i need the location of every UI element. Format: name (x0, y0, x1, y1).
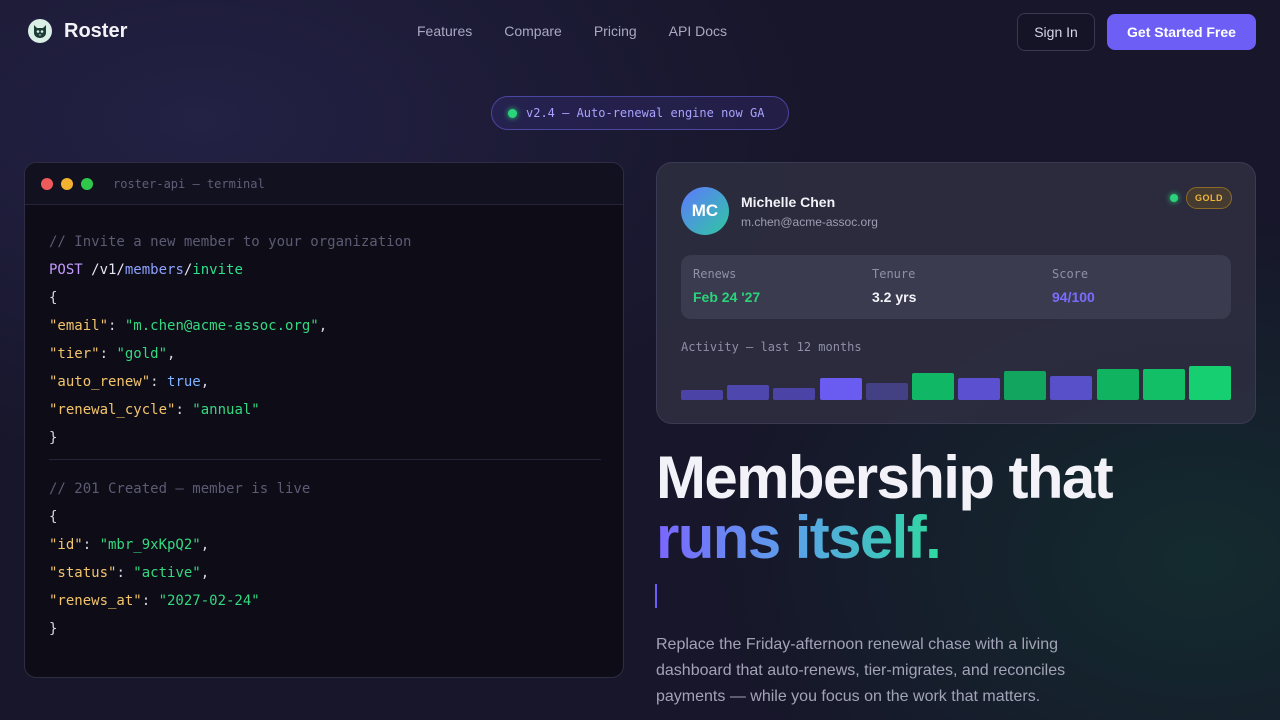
json-key: "status" (49, 565, 117, 581)
nav-link-features[interactable]: Features (417, 23, 472, 39)
json-key: "renewal_cycle" (49, 402, 176, 418)
path-resource: members (124, 262, 184, 278)
member-card: MC Michelle Chen m.chen@acme-assoc.org G… (656, 162, 1256, 424)
activity-bar (1188, 366, 1231, 400)
avatar: MC (681, 187, 729, 235)
json-key: "renews_at" (49, 593, 142, 609)
stat-value: Feb 24 '27 (693, 289, 761, 305)
activity-bar (773, 388, 816, 400)
member-name: Michelle Chen (741, 194, 836, 210)
hero-description: Replace the Friday-afternoon renewal cha… (656, 636, 1066, 705)
json-key: "id" (49, 537, 83, 553)
nav-link-pricing[interactable]: Pricing (594, 23, 637, 39)
activity-bar (1050, 376, 1093, 400)
stat-tenure: Tenure 3.2 yrs (872, 267, 916, 305)
stat-score: Score 94/100 (1052, 267, 1095, 305)
json-value: "mbr_9xKpQ2" (99, 537, 201, 553)
member-email: m.chen@acme-assoc.org (741, 215, 878, 229)
response-comment: // 201 Created — member is live (49, 481, 311, 497)
response-fields: "id": "mbr_9xKpQ2", "status": "active", "r… (49, 536, 601, 620)
window-minimize-icon (61, 177, 73, 190)
activity-chart (681, 363, 1231, 400)
brand-name: Roster (64, 19, 128, 42)
json-value: "2027-02-24" (158, 593, 260, 609)
window-maximize-icon (81, 177, 93, 190)
json-field: "id": "mbr_9xKpQ2", (49, 537, 210, 553)
terminal-title-bar: roster-api — terminal (25, 163, 623, 205)
path-root: /v1/ (82, 262, 125, 278)
activity-label: Activity — last 12 months (681, 340, 862, 354)
hero-headline: Membership that (656, 444, 1114, 511)
json-field: "status": "active", (49, 565, 210, 581)
json-value: true (167, 374, 201, 390)
stat-label: Tenure (872, 267, 916, 281)
json-field: "renewal_cycle": "annual" (49, 402, 260, 418)
response-close-brace: } (49, 621, 58, 637)
json-value: "m.chen@acme-assoc.org" (124, 318, 319, 334)
json-field: "auto_renew": true, (49, 374, 210, 390)
response-open-brace: { (49, 509, 58, 525)
terminal-body: // Invite a new member to your organizat… (49, 233, 601, 648)
typing-caret (655, 584, 657, 608)
activity-bar (1004, 371, 1047, 400)
terminal-title: roster-api — terminal (113, 176, 265, 191)
request-fields: "email": "m.chen@acme-assoc.org", "tier":… (49, 317, 601, 429)
member-stats: Renews Feb 24 '27 Tenure 3.2 yrs Score 9… (681, 255, 1231, 319)
activity-bar (681, 390, 724, 400)
json-key: "auto_renew" (49, 374, 151, 390)
stat-value: 94/100 (1052, 289, 1095, 305)
roster-logo-icon (28, 19, 52, 43)
window-close-icon (41, 177, 53, 190)
terminal-divider (49, 459, 601, 460)
announcement-pill[interactable]: v2.4 — Auto-renewal engine now GA (491, 96, 789, 130)
request-open-brace: { (49, 290, 58, 306)
sign-in-button[interactable]: Sign In (1017, 13, 1095, 51)
activity-bar (1096, 369, 1139, 400)
online-status-icon (1170, 194, 1178, 202)
stat-value: 3.2 yrs (872, 289, 917, 305)
json-key: "tier" (49, 346, 100, 362)
json-field: "email": "m.chen@acme-assoc.org", (49, 318, 328, 334)
announcement-text: v2.4 — Auto-renewal engine now GA (526, 106, 765, 120)
top-nav: Roster Features Compare Pricing API Docs… (0, 0, 1280, 64)
request-close-brace: } (49, 430, 58, 446)
activity-bar (819, 378, 862, 400)
activity-bar (727, 385, 770, 400)
json-value: "annual" (192, 402, 260, 418)
get-started-button[interactable]: Get Started Free (1107, 14, 1256, 50)
tier-badge: GOLD (1186, 187, 1232, 209)
stat-renews: Renews Feb 24 '27 (693, 267, 760, 305)
activity-bar (1142, 369, 1185, 400)
brand-logo[interactable]: Roster (28, 19, 127, 43)
status-dot-icon (508, 108, 517, 118)
path-action: invite (192, 262, 243, 278)
json-value: "gold" (116, 346, 168, 362)
api-terminal: roster-api — terminal // Invite a new me… (24, 162, 624, 678)
json-field: "tier": "gold", (49, 346, 176, 362)
request-comment: // Invite a new member to your organizat… (49, 234, 412, 250)
nav-link-compare[interactable]: Compare (504, 23, 562, 39)
http-method: POST (49, 262, 83, 278)
activity-bar (958, 378, 1001, 400)
nav-links: Features Compare Pricing API Docs (417, 23, 727, 39)
json-key: "email" (49, 318, 109, 334)
stat-label: Renews (693, 267, 737, 281)
hero-headline-accent: runs itself. (656, 504, 942, 571)
activity-bar (911, 373, 954, 400)
nav-link-api-docs[interactable]: API Docs (669, 23, 727, 39)
stat-label: Score (1052, 267, 1089, 281)
json-field: "renews_at": "2027-02-24" (49, 593, 260, 609)
request-line: POST /v1/members/invite (49, 261, 601, 289)
activity-bar (865, 383, 908, 400)
json-value: "active" (133, 565, 201, 581)
